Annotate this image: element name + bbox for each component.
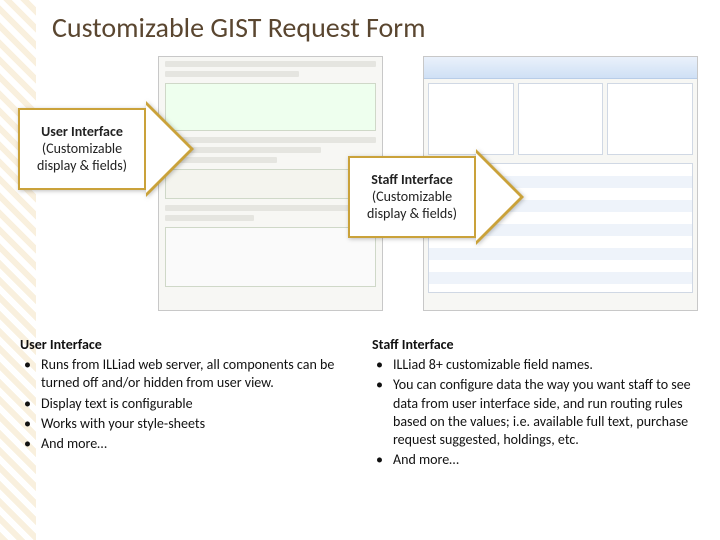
diagram-area: User Interface (Customizable display & f… <box>18 56 702 316</box>
callout-title: User Interface <box>41 123 123 140</box>
column-heading: User Interface <box>20 336 348 354</box>
staff-interface-column: Staff Interface •ILLiad 8+ customizable … <box>372 336 700 471</box>
list-item: •ILLiad 8+ customizable field names. <box>376 356 700 374</box>
callout-subtitle: (Customizable display & fields) <box>37 140 127 174</box>
user-interface-callout: User Interface (Customizable display & f… <box>18 108 146 190</box>
arrow-right-icon <box>146 101 194 197</box>
user-interface-column: User Interface •Runs from ILLiad web ser… <box>20 336 348 471</box>
list-item: •And more… <box>24 435 348 453</box>
description-columns: User Interface •Runs from ILLiad web ser… <box>20 336 700 471</box>
staff-interface-callout: Staff Interface (Customizable display & … <box>348 156 476 238</box>
arrow-right-icon <box>476 149 524 245</box>
slide-title: Customizable GIST Request Form <box>52 10 425 45</box>
callout-subtitle: (Customizable display & fields) <box>367 188 457 222</box>
staff-interface-list: •ILLiad 8+ customizable field names. •Yo… <box>372 356 700 469</box>
list-item: •You can configure data the way you want… <box>376 376 700 449</box>
callout-title: Staff Interface <box>371 171 453 188</box>
column-heading: Staff Interface <box>372 336 700 354</box>
list-item: •Works with your style-sheets <box>24 415 348 433</box>
list-item: •Runs from ILLiad web server, all compon… <box>24 356 348 392</box>
user-interface-list: •Runs from ILLiad web server, all compon… <box>20 356 348 453</box>
list-item: •Display text is configurable <box>24 395 348 413</box>
list-item: •And more… <box>376 451 700 469</box>
